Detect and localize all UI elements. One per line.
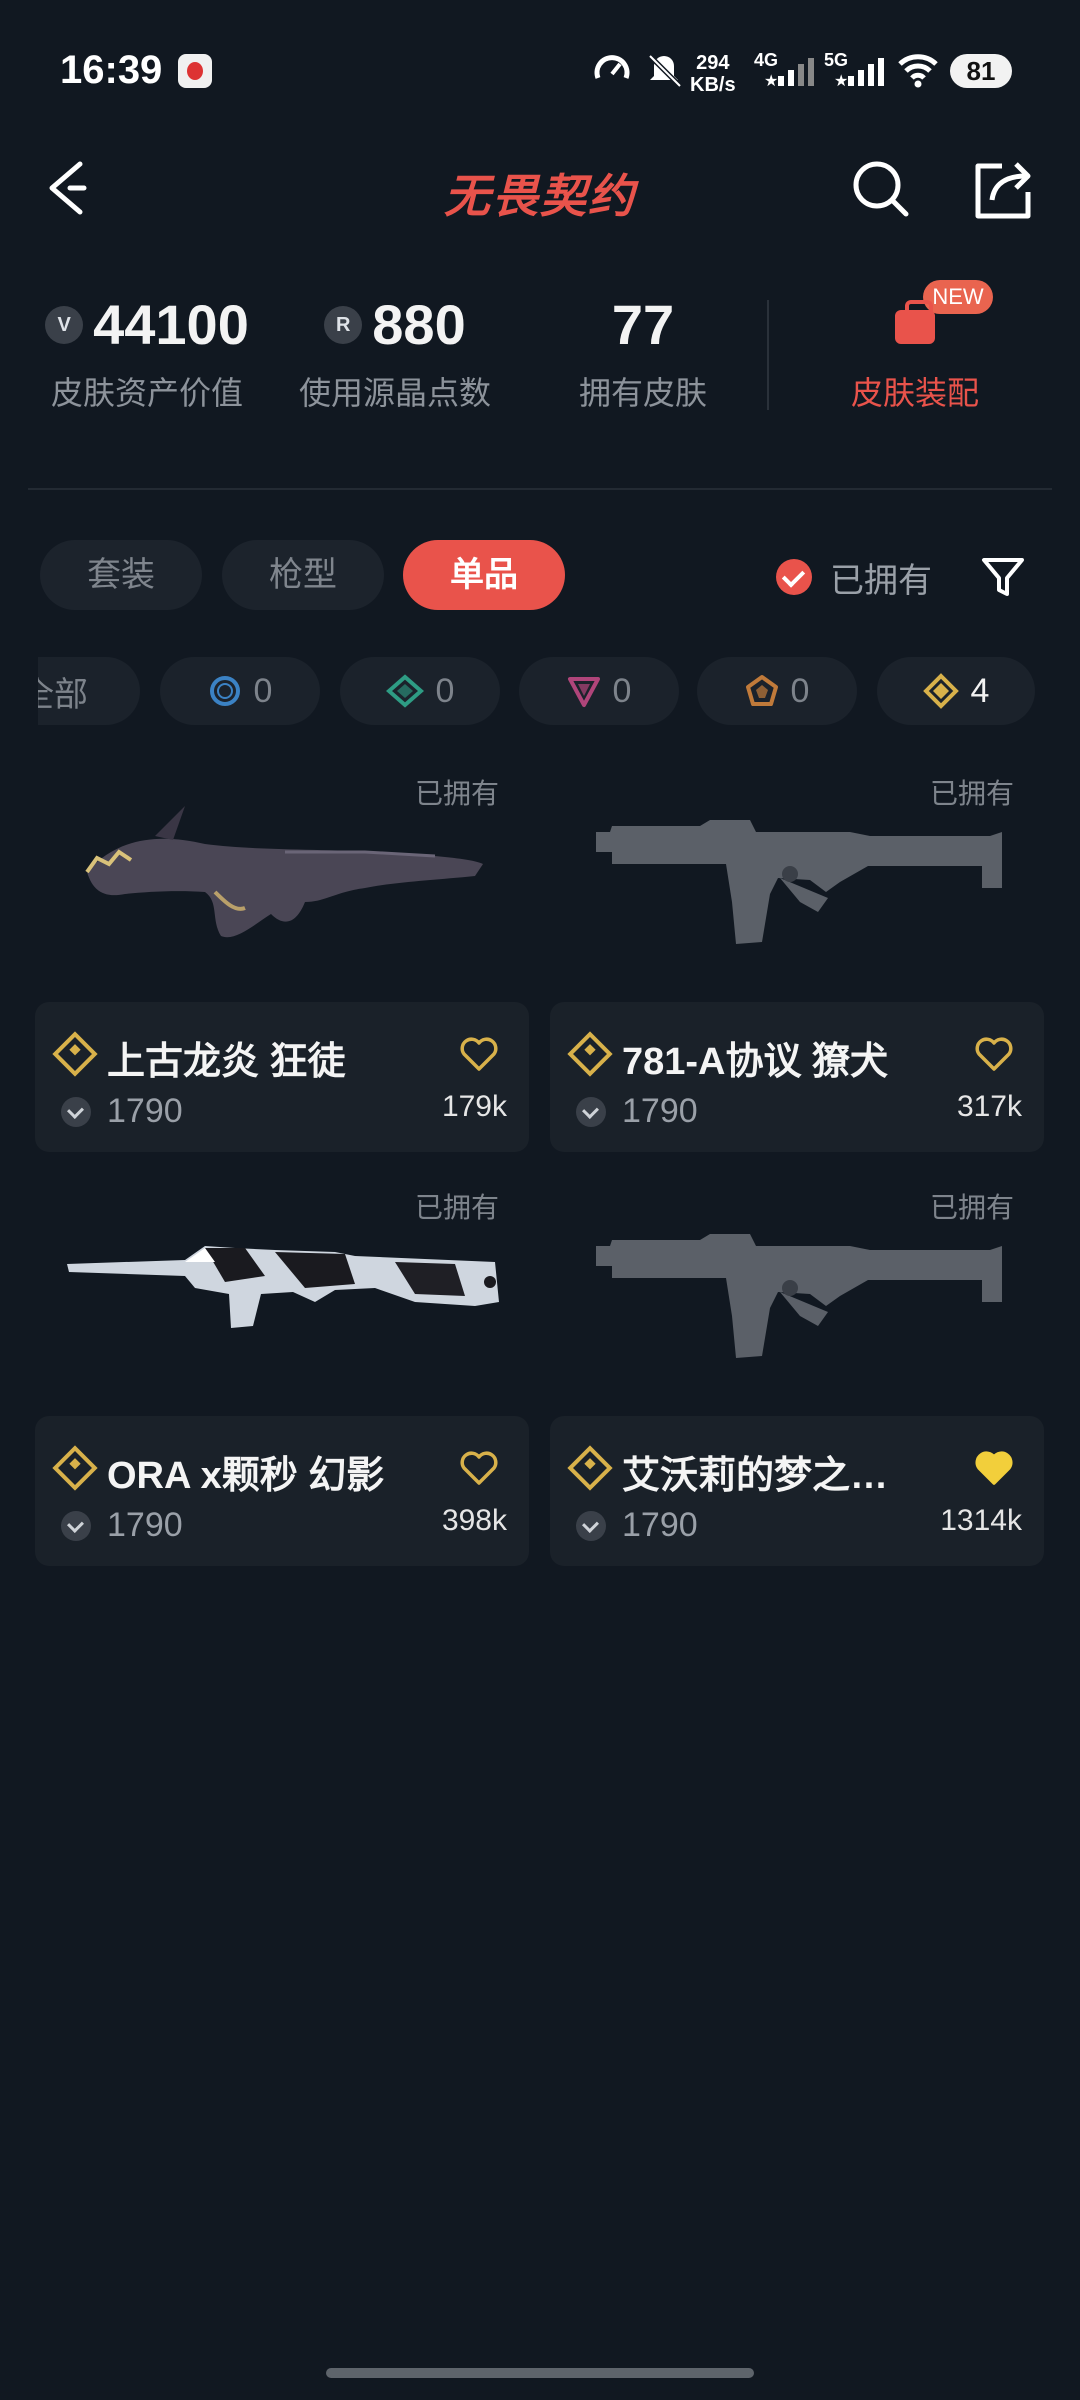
vp-coin-icon <box>576 1511 606 1541</box>
checkbox-checked-icon <box>776 559 812 595</box>
loadout-bag-icon <box>895 300 935 344</box>
stat-skin-asset-value: V 44100 皮肤资产价值 <box>32 290 262 414</box>
section-divider <box>28 488 1052 490</box>
rarity-filter-select[interactable]: 0 <box>160 657 320 725</box>
filter-icon[interactable] <box>978 552 1028 602</box>
loadout-label: 皮肤装配 <box>850 375 979 411</box>
heart-outline-icon[interactable] <box>459 1450 499 1486</box>
stat-value: 77 <box>611 293 675 356</box>
rarity-filter-ultra[interactable]: 0 <box>697 657 857 725</box>
rarity-filter-all[interactable]: 全部 <box>38 657 140 725</box>
exclusive-tier-icon <box>52 1445 98 1491</box>
rarity-filter-premium[interactable]: 0 <box>519 657 679 725</box>
stat-radianite-points: R 880 使用源晶点数 <box>280 290 510 414</box>
skin-card[interactable]: 已拥有 781-A协议 獠犬 1790 317k <box>550 752 1044 1152</box>
rarity-count: 0 <box>612 671 632 710</box>
status-bar: 16:39 294 KB/s 4G ★ 5G ★ 81 <box>0 0 1080 140</box>
rarity-filter-deluxe[interactable]: 0 <box>340 657 500 725</box>
skin-price: 1790 <box>107 1092 183 1130</box>
stat-value: 880 <box>372 293 466 356</box>
stat-value: 44100 <box>93 293 249 356</box>
skin-price: 1790 <box>622 1506 698 1544</box>
net-speed-value: 294 <box>696 52 730 74</box>
rarity-all-label: 全部 <box>38 675 88 714</box>
skin-card[interactable]: 已拥有 ORA x颗秒 幻影 1790 398k <box>35 1166 529 1566</box>
skin-name: ORA x颗秒 幻影 <box>107 1455 385 1497</box>
exclusive-tier-icon <box>567 1445 613 1491</box>
bell-muted-icon <box>648 54 682 88</box>
heart-filled-icon[interactable] <box>974 1450 1014 1486</box>
cell-signal-5g-icon: ★ <box>834 58 884 90</box>
card-info: 上古龙炎 狂徒 1790 179k <box>35 1002 529 1152</box>
new-badge: NEW <box>923 280 993 314</box>
card-info: 艾沃莉的梦之… 1790 1314k <box>550 1416 1044 1566</box>
skin-card[interactable]: 已拥有 艾沃莉的梦之… 1790 1314k <box>550 1166 1044 1566</box>
like-count: 398k <box>441 1504 507 1537</box>
network-speed: 294 KB/s <box>690 52 736 96</box>
deluxe-tier-icon <box>385 674 424 708</box>
card-info: ORA x颗秒 幻影 1790 398k <box>35 1416 529 1566</box>
skin-name: 上古龙炎 狂徒 <box>107 1041 346 1083</box>
rarity-count: 0 <box>435 671 455 710</box>
premium-tier-icon <box>567 677 600 707</box>
rarity-count: 0 <box>253 671 273 710</box>
exclusive-tier-icon <box>52 1031 98 1077</box>
ultra-tier-icon <box>745 675 778 706</box>
net-speed-unit: KB/s <box>690 74 736 96</box>
tab-bundles[interactable]: 套装 <box>40 540 202 610</box>
rarity-count: 4 <box>970 671 990 710</box>
like-count: 1314k <box>940 1504 1022 1537</box>
svg-text:★: ★ <box>764 73 778 90</box>
tab-single-items[interactable]: 单品 <box>403 540 565 610</box>
tab-weapon-type[interactable]: 枪型 <box>222 540 384 610</box>
owned-filter-toggle[interactable]: 已拥有 <box>776 555 932 600</box>
app-notification-icon <box>178 54 212 88</box>
wifi-icon <box>898 54 938 88</box>
select-tier-icon <box>209 676 240 706</box>
skin-loadout-button[interactable]: NEW 皮肤装配 <box>800 280 1030 414</box>
share-icon[interactable] <box>970 158 1036 224</box>
skin-card[interactable]: 已拥有 上古龙炎 狂徒 1790 179k <box>35 752 529 1152</box>
svg-text:★: ★ <box>834 73 848 90</box>
owned-tag: 已拥有 <box>929 1192 1014 1223</box>
exclusive-tier-icon <box>567 1031 613 1077</box>
owned-tag: 已拥有 <box>414 778 499 809</box>
rarity-filter-exclusive[interactable]: 4 <box>877 657 1035 725</box>
vp-coin-icon <box>576 1097 606 1127</box>
skin-name: 781-A协议 獠犬 <box>622 1041 889 1083</box>
stat-label: 皮肤资产价值 <box>50 375 243 411</box>
vp-coin-icon <box>61 1097 91 1127</box>
heart-outline-icon[interactable] <box>974 1036 1014 1072</box>
stats-divider <box>767 300 769 410</box>
card-info: 781-A协议 獠犬 1790 317k <box>550 1002 1044 1152</box>
search-icon[interactable] <box>850 158 910 218</box>
owned-filter-label: 已拥有 <box>830 561 932 600</box>
owned-tag: 已拥有 <box>929 778 1014 809</box>
stat-label: 使用源晶点数 <box>298 375 491 411</box>
back-arrow-icon[interactable] <box>40 158 100 218</box>
home-indicator[interactable] <box>326 2368 754 2378</box>
vp-coin-icon <box>61 1511 91 1541</box>
skin-price: 1790 <box>107 1506 183 1544</box>
exclusive-tier-icon <box>922 673 959 709</box>
like-count: 179k <box>441 1090 507 1123</box>
stat-owned-skins: 77 拥有皮肤 <box>528 290 758 414</box>
skin-name: 艾沃莉的梦之… <box>622 1455 889 1497</box>
owned-tag: 已拥有 <box>414 1192 499 1223</box>
rarity-count: 0 <box>790 671 810 710</box>
status-time: 16:39 <box>60 48 163 92</box>
speedometer-icon <box>594 55 630 79</box>
cell-signal-icon: ★ <box>764 58 814 90</box>
battery-indicator: 81 <box>950 54 1012 88</box>
stat-label: 拥有皮肤 <box>578 375 707 411</box>
heart-outline-icon[interactable] <box>459 1036 499 1072</box>
app-logo: 无畏契约 <box>444 170 636 222</box>
vp-coin-icon: V <box>45 306 84 344</box>
like-count: 317k <box>956 1090 1022 1123</box>
radianite-icon: R <box>324 306 363 344</box>
skin-price: 1790 <box>622 1092 698 1130</box>
